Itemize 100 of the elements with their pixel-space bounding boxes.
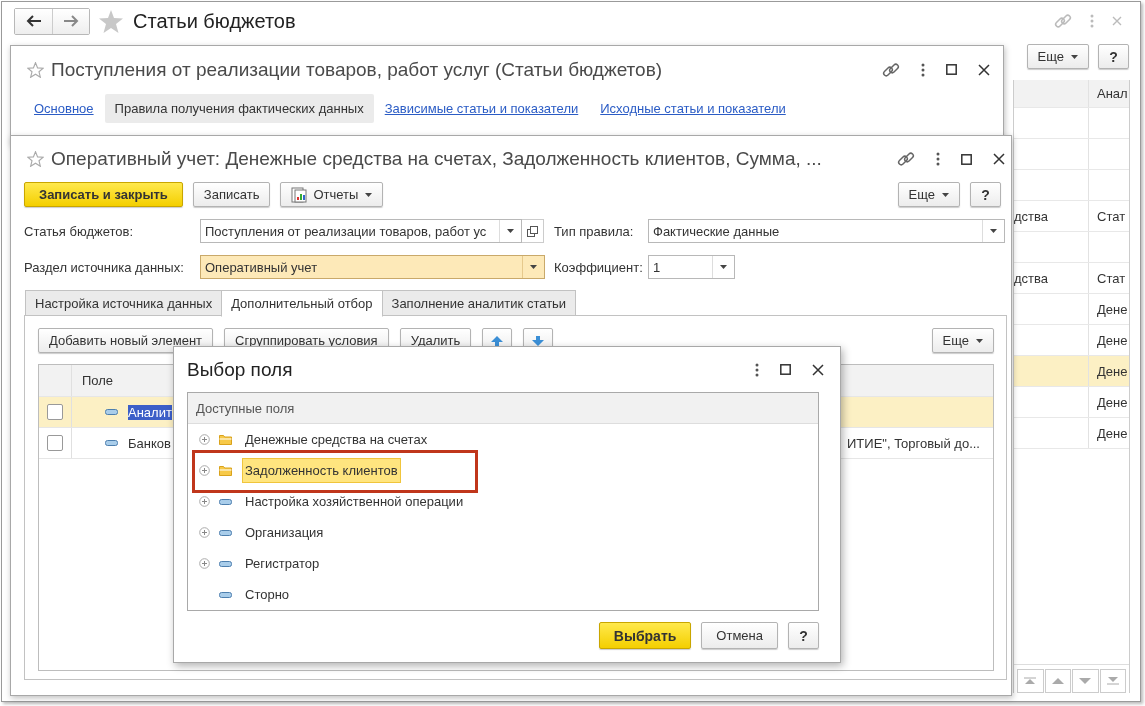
tree-item[interactable]: Сторно [242,582,293,607]
caret-icon [990,229,997,233]
tree-row[interactable]: Задолженность клиентов [188,455,818,486]
caret-icon [507,229,514,233]
star-icon[interactable] [27,61,44,78]
star-icon[interactable] [27,151,44,167]
expand-icon[interactable] [199,465,210,476]
tree-row[interactable]: Сторно [188,579,818,610]
section-link[interactable]: Правила получения фактических данных [104,93,374,123]
dropdown-field[interactable]: Фактические данные [648,219,1005,243]
toolbar-button[interactable]: ? [1098,44,1129,69]
menu-icon[interactable] [936,152,940,166]
expand-icon[interactable] [199,527,210,538]
table-cell: Дене [1097,394,1128,410]
list-row[interactable]: дства Стат [1014,201,1129,232]
dropdown-field[interactable]: 1 [648,255,735,279]
caret-icon [976,338,983,343]
tree-row[interactable]: Организация [188,517,818,548]
maximize-icon[interactable] [946,64,957,75]
list-row[interactable]: Дене [1014,418,1129,449]
table-cell: ИТИЕ", Торговый до... [847,435,980,451]
menu-icon[interactable] [921,62,925,77]
window-title: Статьи бюджетов [133,9,296,33]
expand-icon[interactable] [199,496,210,507]
field-icon [105,409,118,415]
menu-icon[interactable] [755,362,759,377]
link-icon[interactable] [882,60,900,79]
toolbar-button[interactable]: Еще [931,328,994,353]
toolbar-button[interactable]: Записать и закрыть [24,182,183,207]
tree-item[interactable]: Задолженность клиентов [242,458,401,483]
column-header: Анал [1096,86,1129,101]
caret-icon [1071,54,1078,59]
list-row[interactable]: дства Стат [1014,263,1129,294]
arrow-left-icon [25,15,42,27]
scroll-down-button[interactable] [1072,669,1099,693]
table-cell: дства [1014,208,1049,224]
close-icon[interactable] [812,363,824,376]
checkbox[interactable] [47,404,63,420]
tree-row[interactable]: Настройка хозяйственной операции [188,486,818,517]
folder-icon [219,465,232,476]
field-icon [105,440,118,446]
column-header: Поле [82,373,114,388]
tab[interactable]: Настройка источника данных [25,290,223,316]
section-link[interactable]: Основное [34,100,94,116]
toolbar-button[interactable]: ? [970,182,1001,207]
close-icon[interactable] [978,63,990,76]
checkbox[interactable] [47,435,63,451]
dialog-button[interactable]: ? [788,622,819,649]
table-cell: Дене [1097,363,1128,379]
maximize-icon[interactable] [780,364,791,375]
scroll-bottom-icon [1106,677,1119,685]
table-cell: Банков [128,435,171,451]
caret-icon [720,265,727,269]
scroll-up-button[interactable] [1044,669,1071,693]
tree-row[interactable]: Регистратор [188,548,818,579]
tree-item[interactable]: Настройка хозяйственной операции [242,489,467,514]
tree-item[interactable]: Организация [242,520,327,545]
dropdown-field[interactable]: Оперативный учет [200,255,545,279]
close-icon[interactable] [993,153,1005,165]
field-label: Статья бюджетов: [24,223,135,239]
open-button[interactable] [522,219,544,243]
scroll-bottom-button[interactable] [1099,669,1126,693]
dropdown-field[interactable]: Поступления от реализации товаров, работ ус [200,219,522,243]
field-label: Раздел источника данных: [24,259,185,275]
expand-icon[interactable] [199,558,210,569]
toolbar-button[interactable]: Добавить новый элемент [38,328,214,353]
caret-icon [365,192,373,197]
dialog-button[interactable]: Выбрать [598,622,692,649]
tree-row[interactable]: Денежные средства на счетах [188,424,818,455]
link-icon[interactable] [897,150,915,168]
scroll-top-button[interactable] [1017,669,1044,693]
table-cell: Дене [1097,301,1128,317]
column-header: Доступные поля [196,400,295,416]
section-link[interactable]: Зависимые статьи и показатели [384,100,579,116]
list-row[interactable]: Дене [1014,294,1129,325]
table-cell: Аналит [128,404,172,420]
tab[interactable]: Дополнительный отбор [221,290,383,317]
scroll-top-icon [1024,677,1037,685]
table-cell: дства [1014,270,1049,286]
table-cell: Дене [1097,425,1128,441]
toolbar-button[interactable]: Записать [192,182,271,207]
toolbar-button[interactable]: Еще [1026,44,1089,69]
table-cell: Стат [1097,208,1126,224]
tree-item[interactable]: Регистратор [242,551,323,576]
expand-icon[interactable] [199,434,210,445]
list-row[interactable]: Дене [1014,356,1129,387]
arrow-right-icon [63,15,79,27]
maximize-icon[interactable] [961,153,972,165]
tab[interactable]: Заполнение аналитик статьи [381,290,577,316]
toolbar-button[interactable]: Отчеты [280,182,384,207]
dialog-button[interactable]: Отмена [701,622,778,649]
star-icon[interactable] [99,9,123,33]
toolbar-button[interactable]: Еще [897,182,960,207]
section-link[interactable]: Исходные статьи и показатели [600,100,786,116]
back-button[interactable] [15,8,52,34]
tree-item[interactable]: Денежные средства на счетах [242,427,431,452]
field-label: Коэффициент: [554,259,644,275]
field-icon [219,591,232,598]
field-icon [219,529,232,536]
list-row[interactable]: Дене [1014,387,1129,418]
